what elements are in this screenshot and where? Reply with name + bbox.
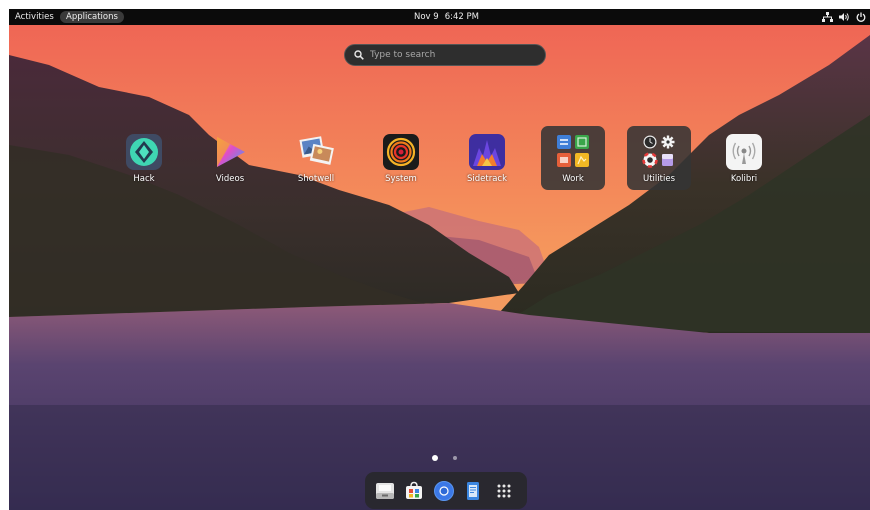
app-label: Shotwell	[297, 174, 335, 184]
videos-icon	[217, 137, 245, 167]
folder-label: Utilities	[643, 174, 675, 184]
app-label: Videos	[215, 174, 245, 184]
folder-work[interactable]: Work	[541, 126, 605, 190]
text-editor-icon[interactable]	[463, 481, 483, 501]
app-kolibri[interactable]: Kolibri	[712, 126, 776, 190]
app-system[interactable]: System	[369, 126, 433, 190]
hack-icon	[126, 134, 162, 170]
show-apps-icon[interactable]	[494, 481, 514, 501]
clock-date: Nov 9	[414, 12, 439, 22]
folder-label: Work	[562, 174, 584, 184]
network-icon	[822, 12, 833, 22]
volume-icon	[839, 13, 849, 21]
sidetrack-icon	[469, 134, 505, 170]
folder-utilities[interactable]: Utilities	[627, 126, 691, 190]
applications-button[interactable]: Applications	[60, 11, 124, 23]
wallpaper	[9, 25, 870, 510]
work-folder-icon	[557, 135, 589, 167]
page-indicator-2[interactable]	[453, 456, 457, 460]
utilities-folder-icon	[642, 135, 675, 168]
search-input[interactable]	[370, 50, 530, 60]
chromium-icon[interactable]	[434, 481, 454, 501]
dock	[365, 472, 527, 509]
app-label: Hack	[133, 174, 155, 184]
system-tray[interactable]	[822, 9, 866, 25]
app-hack[interactable]: Hack	[112, 126, 176, 190]
power-icon	[856, 12, 866, 22]
system-icon	[383, 134, 419, 170]
clock[interactable]: Nov 9 6:42 PM	[414, 9, 485, 25]
app-label: Sidetrack	[466, 174, 507, 184]
page-indicator-1[interactable]	[432, 455, 438, 461]
search-icon	[354, 50, 364, 60]
app-shotwell[interactable]: Shotwell	[284, 126, 348, 190]
clock-time: 6:42 PM	[444, 12, 479, 22]
activities-button[interactable]: Activities	[15, 9, 54, 25]
kolibri-icon	[726, 134, 762, 170]
app-sidetrack[interactable]: Sidetrack	[455, 126, 519, 190]
app-label: System	[385, 174, 417, 184]
search-bar[interactable]	[344, 44, 546, 66]
app-label: Kolibri	[730, 174, 758, 184]
files-icon[interactable]	[375, 481, 395, 501]
desktop-screen: Activities Applications Nov 9 6:42 PM Ty…	[9, 9, 870, 510]
app-videos[interactable]: Videos	[198, 126, 262, 190]
app-center-icon[interactable]	[404, 481, 424, 501]
top-bar: Activities Applications Nov 9 6:42 PM	[9, 9, 870, 25]
shotwell-icon	[299, 136, 334, 165]
